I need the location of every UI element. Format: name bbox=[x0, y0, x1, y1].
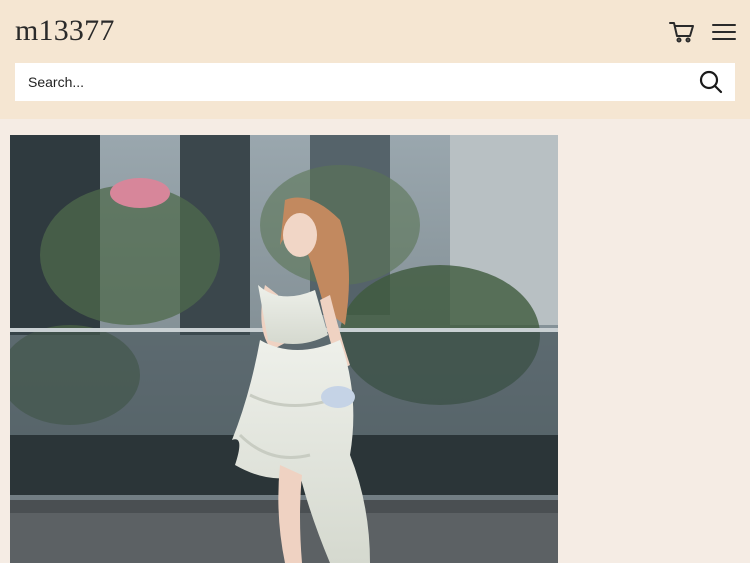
cart-icon bbox=[669, 22, 694, 43]
menu-button[interactable] bbox=[709, 17, 739, 47]
search-button[interactable] bbox=[698, 69, 724, 95]
site-header: m13377 bbox=[0, 0, 750, 119]
product-image[interactable] bbox=[10, 135, 558, 563]
product-photo bbox=[10, 135, 558, 563]
search-icon bbox=[699, 70, 723, 94]
site-logo[interactable]: m13377 bbox=[15, 14, 115, 48]
search-bar bbox=[15, 63, 735, 101]
hamburger-menu-icon bbox=[712, 24, 736, 40]
search-input[interactable] bbox=[15, 63, 685, 101]
cart-button[interactable] bbox=[667, 17, 697, 47]
